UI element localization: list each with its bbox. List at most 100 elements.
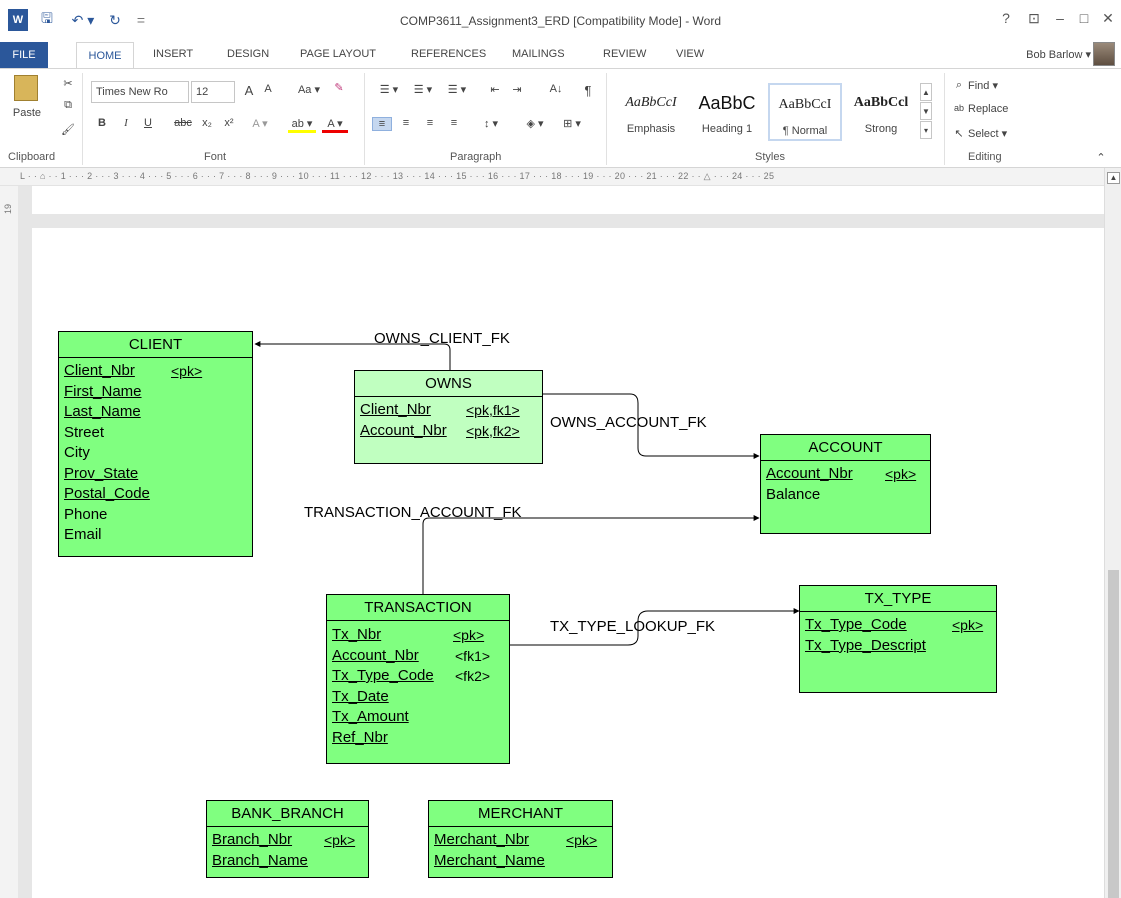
align-left-button[interactable]: ≡ xyxy=(372,117,392,131)
entity-bank-branch[interactable]: BANK_BRANCH Branch_Nbr <pk> Branch_Name xyxy=(206,800,369,878)
center-button[interactable]: ≡ xyxy=(396,117,416,129)
style-sample: AaBbC xyxy=(698,93,756,113)
key-marker: <pk,fk1> xyxy=(466,402,520,418)
font-name-field[interactable]: Times New Ro xyxy=(91,81,189,103)
justify-button[interactable]: ≡ xyxy=(444,117,464,129)
styles-scroll-down-icon[interactable]: ▼ xyxy=(920,102,932,120)
attribute: Branch_Nbr <pk> xyxy=(207,830,368,851)
attribute: City xyxy=(64,444,90,461)
entity-merchant[interactable]: MERCHANT Merchant_Nbr <pk> Merchant_Name xyxy=(428,800,613,878)
vertical-ruler[interactable]: 19 xyxy=(0,186,18,898)
attribute: Account_Nbr <fk1> xyxy=(327,646,509,667)
replace-button[interactable]: Replace xyxy=(968,103,1008,115)
italic-button[interactable]: I xyxy=(118,117,134,129)
entity-tx-type[interactable]: TX_TYPE Tx_Type_Code <pk> Tx_Type_Descrip… xyxy=(799,585,997,693)
styles-more-icon[interactable]: ▾ xyxy=(920,121,932,139)
tab-page-layout[interactable]: PAGE LAYOUT xyxy=(300,48,376,60)
style-emphasis[interactable]: AaBbCcI Emphasis xyxy=(614,83,688,141)
tab-file[interactable]: FILE xyxy=(0,42,48,68)
increase-indent-button[interactable]: ⇥ xyxy=(508,83,526,96)
format-painter-icon[interactable]: 🖌 xyxy=(60,121,76,137)
attribute: Phone xyxy=(64,505,108,523)
show-formatting-marks-button[interactable]: ¶ xyxy=(580,83,596,98)
tab-mailings[interactable]: MAILINGS xyxy=(512,48,565,60)
subscript-button[interactable]: x₂ xyxy=(198,117,216,129)
scroll-up-icon[interactable]: ▲ xyxy=(1107,172,1120,184)
vertical-scrollbar[interactable]: ▲ xyxy=(1104,168,1121,898)
entity-title: CLIENT xyxy=(59,332,252,358)
clear-formatting-icon[interactable]: ✎ xyxy=(330,81,348,94)
grow-font-button[interactable]: A xyxy=(240,83,258,98)
ribbon: Paste ✂ ⧉ 🖌 Clipboard Times New Ro 12 A … xyxy=(0,68,1121,168)
attribute: Account_Nbr <pk> xyxy=(761,464,930,485)
align-right-button[interactable]: ≡ xyxy=(420,117,440,129)
avatar[interactable] xyxy=(1093,42,1115,66)
tab-home[interactable]: HOME xyxy=(76,42,134,69)
shading-button[interactable]: ◈ ▾ xyxy=(520,117,550,130)
tab-references[interactable]: REFERENCES xyxy=(411,48,486,60)
font-group-label: Font xyxy=(204,151,227,163)
entity-transaction[interactable]: TRANSACTION Tx_Nbr <pk> Account_Nbr <fk1> … xyxy=(326,594,510,764)
select-button[interactable]: Select ▾ xyxy=(968,127,1007,140)
paste-icon[interactable] xyxy=(14,75,38,101)
bullets-button[interactable]: ☰ ▾ xyxy=(374,83,404,96)
strikethrough-button[interactable]: abc xyxy=(172,117,194,129)
paste-button[interactable]: Paste xyxy=(10,107,44,119)
ribbon-display-options-icon[interactable]: ⊡ xyxy=(1023,10,1045,30)
key-marker: <pk> xyxy=(171,363,203,379)
restore-button[interactable]: □ xyxy=(1073,10,1095,30)
ruler-scale: L · · ⌂ · · 1 · · · 2 · · · 3 · · · 4 · … xyxy=(20,171,775,181)
copy-icon[interactable]: ⧉ xyxy=(60,97,76,113)
scroll-thumb[interactable] xyxy=(1108,570,1119,898)
attribute: Branch_Name xyxy=(212,851,308,869)
document-page[interactable]: OWNS_CLIENT_FK OWNS_ACCOUNT_FK TRANSACTI… xyxy=(32,228,1104,898)
style-normal[interactable]: AaBbCcI ¶ Normal xyxy=(768,83,842,141)
styles-scroll-up-icon[interactable]: ▲ xyxy=(920,83,932,101)
select-icon: ↖ xyxy=(954,128,964,140)
vertical-ruler-number: 19 xyxy=(3,203,14,215)
font-color-button[interactable]: A ▾ xyxy=(322,117,348,133)
horizontal-ruler[interactable]: L · · ⌂ · · 1 · · · 2 · · · 3 · · · 4 · … xyxy=(0,168,1104,186)
text-effects-button[interactable]: A ▾ xyxy=(248,117,272,130)
bold-button[interactable]: B xyxy=(94,117,110,129)
font-size-field[interactable]: 12 xyxy=(191,81,235,103)
multilevel-list-button[interactable]: ☰ ▾ xyxy=(442,83,472,96)
shrink-font-button[interactable]: A xyxy=(260,83,276,95)
style-strong[interactable]: AaBbCcl Strong xyxy=(844,83,918,141)
style-sample: AaBbCcI xyxy=(778,97,832,112)
tab-view[interactable]: VIEW xyxy=(676,48,704,60)
attribute: Tx_Type_Code <pk> xyxy=(800,615,996,636)
title-bar: W 🖫 ↶ ▾ ↻ = COMP3611_Assignment3_ERD [Co… xyxy=(0,0,1121,42)
superscript-button[interactable]: x² xyxy=(220,117,238,129)
change-case-button[interactable]: Aa ▾ xyxy=(294,83,324,96)
relationship-label[interactable]: OWNS_ACCOUNT_FK xyxy=(550,414,707,431)
line-spacing-button[interactable]: ↕ ▾ xyxy=(476,117,506,130)
highlight-button[interactable]: ab ▾ xyxy=(288,117,316,133)
entity-client[interactable]: CLIENT Client_Nbr <pk> First_Name Last_Na… xyxy=(58,331,253,557)
cut-icon[interactable]: ✂ xyxy=(60,75,76,91)
tab-design[interactable]: DESIGN xyxy=(227,48,269,60)
key-marker: <pk> xyxy=(952,617,984,633)
style-heading-1[interactable]: AaBbC Heading 1 xyxy=(690,83,764,141)
close-button[interactable]: ✕ xyxy=(1097,10,1119,30)
attribute: Tx_Amount xyxy=(332,708,409,725)
style-name: ¶ Normal xyxy=(782,125,828,137)
attribute: Tx_Date xyxy=(332,687,389,705)
user-account-menu[interactable]: Bob Barlow ▾ xyxy=(1026,48,1091,61)
help-button[interactable]: ? xyxy=(995,10,1017,30)
collapse-ribbon-icon[interactable]: ⌃ xyxy=(1094,151,1108,164)
find-button[interactable]: Find ▾ xyxy=(968,79,998,92)
borders-button[interactable]: ⊞ ▾ xyxy=(556,117,588,130)
relationship-label[interactable]: TRANSACTION_ACCOUNT_FK xyxy=(304,504,522,521)
sort-button[interactable]: A↓ xyxy=(546,83,566,95)
minimize-button[interactable]: – xyxy=(1049,10,1071,30)
relationship-label[interactable]: OWNS_CLIENT_FK xyxy=(374,330,510,347)
entity-account[interactable]: ACCOUNT Account_Nbr <pk> Balance xyxy=(760,434,931,534)
tab-insert[interactable]: INSERT xyxy=(153,48,193,60)
tab-review[interactable]: REVIEW xyxy=(603,48,646,60)
numbering-button[interactable]: ☰ ▾ xyxy=(408,83,438,96)
entity-owns[interactable]: OWNS Client_Nbr <pk,fk1> Account_Nbr <pk,f… xyxy=(354,370,543,464)
relationship-label[interactable]: TX_TYPE_LOOKUP_FK xyxy=(550,618,715,635)
underline-button[interactable]: U xyxy=(140,117,156,129)
decrease-indent-button[interactable]: ⇤ xyxy=(486,83,504,96)
